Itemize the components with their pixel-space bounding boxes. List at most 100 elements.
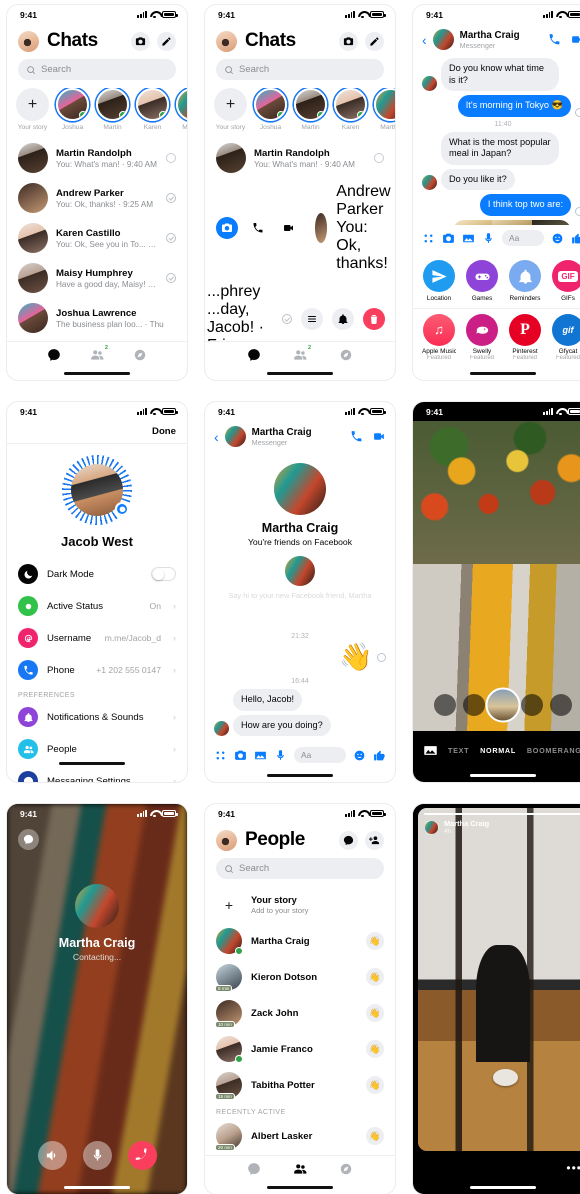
- story-item[interactable]: Martin: [96, 88, 129, 131]
- tray-item-apple-music[interactable]: ♫ Apple Music Featured: [422, 313, 456, 361]
- wave-button[interactable]: 👋: [366, 1004, 384, 1022]
- end-call-button[interactable]: [127, 1141, 157, 1170]
- list-item[interactable]: 15 min Tabitha Potter 👋: [205, 1067, 395, 1103]
- compose-button[interactable]: [157, 31, 176, 51]
- table-row[interactable]: Martin Randolph You: What's man! · 9:40 …: [7, 138, 187, 178]
- mute-action-button[interactable]: [332, 308, 354, 330]
- list-item[interactable]: Martha Craig 👋: [205, 923, 395, 959]
- story-footer[interactable]: •••: [413, 1155, 580, 1181]
- effect-lens[interactable]: [463, 693, 485, 716]
- tab-discover[interactable]: [339, 348, 353, 362]
- story-card[interactable]: Martha Craig 4h: [418, 808, 580, 1151]
- message-input[interactable]: Aa: [294, 747, 346, 763]
- camera-button[interactable]: [131, 31, 150, 51]
- apps-icon[interactable]: [422, 232, 435, 245]
- compose-button[interactable]: [365, 31, 384, 51]
- your-story-row[interactable]: + Your story Add to your story: [205, 887, 395, 923]
- tab-chats[interactable]: [47, 348, 61, 362]
- effect-lens[interactable]: [434, 693, 456, 716]
- search-input[interactable]: Search: [216, 858, 384, 879]
- avatar[interactable]: [424, 819, 439, 835]
- tab-chats[interactable]: [247, 1162, 261, 1176]
- tray-item-location[interactable]: Location: [422, 260, 456, 302]
- shutter-button[interactable]: [485, 687, 521, 723]
- story-container[interactable]: Martha Craig 4h: [413, 804, 580, 1155]
- camera-viewfinder[interactable]: [413, 421, 580, 731]
- wave-button[interactable]: 👋: [366, 1127, 384, 1145]
- tray-row-apps[interactable]: ♫ Apple Music Featured Swelly Featured P…: [413, 311, 580, 368]
- video-icon[interactable]: [571, 33, 580, 46]
- story-item[interactable]: Martha: [176, 88, 187, 131]
- avatar[interactable]: [216, 30, 237, 52]
- tab-bar[interactable]: [205, 1155, 395, 1181]
- story-add[interactable]: + Your story: [214, 88, 247, 131]
- tray-item-swelly[interactable]: Swelly Featured: [465, 313, 499, 361]
- thumbsup-icon[interactable]: [373, 749, 386, 762]
- phone-icon[interactable]: [548, 33, 561, 46]
- call-controls[interactable]: [7, 1141, 187, 1181]
- back-icon[interactable]: ‹: [214, 430, 219, 444]
- camera-controls[interactable]: TEXT NORMAL BOOMERANG: [413, 731, 580, 769]
- photo-icon[interactable]: [254, 749, 267, 762]
- camera-mode-selector[interactable]: TEXT NORMAL BOOMERANG: [448, 746, 580, 755]
- setting-row-dark-mode[interactable]: Dark Mode: [7, 558, 187, 590]
- story-item[interactable]: Joshua: [254, 88, 287, 131]
- camera-effects-carousel[interactable]: [413, 678, 580, 731]
- mic-icon[interactable]: [482, 232, 495, 245]
- phone-icon[interactable]: [350, 430, 363, 443]
- table-row[interactable]: Martin Randolph You: What's man! · 9:40 …: [205, 138, 395, 178]
- list-item[interactable]: 8 min Kieron Dotson 👋: [205, 959, 395, 995]
- story-item[interactable]: Martin: [294, 88, 327, 131]
- tray-item-pinterest[interactable]: P Pinterest Featured: [508, 313, 542, 361]
- mode-boomerang[interactable]: BOOMERANG: [527, 746, 580, 755]
- tray-item-reminders[interactable]: Reminders: [508, 260, 542, 302]
- tab-people[interactable]: [293, 1162, 307, 1176]
- tray-item-games[interactable]: Games: [465, 260, 499, 302]
- tray-item-gifs[interactable]: GIF GIFs: [551, 260, 580, 302]
- camera-action-button[interactable]: [216, 217, 238, 239]
- apps-icon[interactable]: [214, 749, 227, 762]
- photo-icon[interactable]: [462, 232, 475, 245]
- stories-row[interactable]: + Your story Joshua Martin Karen Martha: [205, 88, 395, 138]
- list-item[interactable]: 10 min Zack John 👋: [205, 995, 395, 1031]
- avatar[interactable]: [224, 426, 246, 447]
- conversation-list[interactable]: Martin Randolph You: What's man! · 9:40 …: [7, 138, 187, 341]
- tab-bar[interactable]: 2: [205, 341, 395, 367]
- edit-avatar-badge[interactable]: [115, 502, 129, 516]
- avatar[interactable]: [432, 29, 454, 50]
- search-input[interactable]: Search: [18, 59, 176, 80]
- speaker-button[interactable]: [37, 1141, 67, 1170]
- tray-item-gfycat[interactable]: gif Gfycat Featured: [551, 313, 580, 361]
- avatar[interactable]: [216, 829, 237, 851]
- setting-row-phone[interactable]: Phone +1 202 555 0147 ›: [7, 654, 187, 686]
- video-icon[interactable]: [373, 430, 386, 443]
- message-list[interactable]: Martha Craig You're friends on Facebook …: [205, 453, 395, 742]
- back-icon[interactable]: ‹: [422, 33, 427, 47]
- message-button[interactable]: [18, 829, 39, 850]
- audio-call-action-button[interactable]: [247, 217, 269, 239]
- wave-button[interactable]: 👋: [366, 1076, 384, 1094]
- effect-lens[interactable]: [521, 693, 543, 716]
- setting-row-active-status[interactable]: Active Status On ›: [7, 590, 187, 622]
- avatar[interactable]: [18, 30, 39, 52]
- tab-discover[interactable]: [133, 348, 147, 362]
- camera-button[interactable]: [339, 31, 358, 51]
- mic-icon[interactable]: [274, 749, 287, 762]
- done-button[interactable]: Done: [152, 426, 176, 437]
- stories-row[interactable]: + Your story Joshua Martin Karen Martha: [7, 88, 187, 138]
- message-list[interactable]: Do you know what time is it? It's mornin…: [413, 56, 580, 225]
- swipe-right-actions-row[interactable]: ...phrey ...day, Jacob! · Fri: [205, 278, 395, 341]
- tab-bar[interactable]: 2: [7, 341, 187, 367]
- gallery-icon[interactable]: [423, 743, 438, 758]
- tab-discover[interactable]: [339, 1162, 353, 1176]
- thumbsup-icon[interactable]: [571, 232, 580, 245]
- video-call-action-button[interactable]: [278, 217, 300, 239]
- list-item[interactable]: 20 min Albert Lasker 👋: [205, 1118, 395, 1154]
- story-item[interactable]: Karen: [334, 88, 367, 131]
- people-list[interactable]: + Your story Add to your story Martha Cr…: [205, 887, 395, 1155]
- table-row[interactable]: Andrew Parker You: Ok, thanks! · 9:25 AM: [7, 178, 187, 218]
- mode-text[interactable]: TEXT: [448, 746, 469, 755]
- add-person-button[interactable]: [365, 830, 384, 850]
- wave-button[interactable]: 👋: [366, 968, 384, 986]
- camera-icon[interactable]: [442, 232, 455, 245]
